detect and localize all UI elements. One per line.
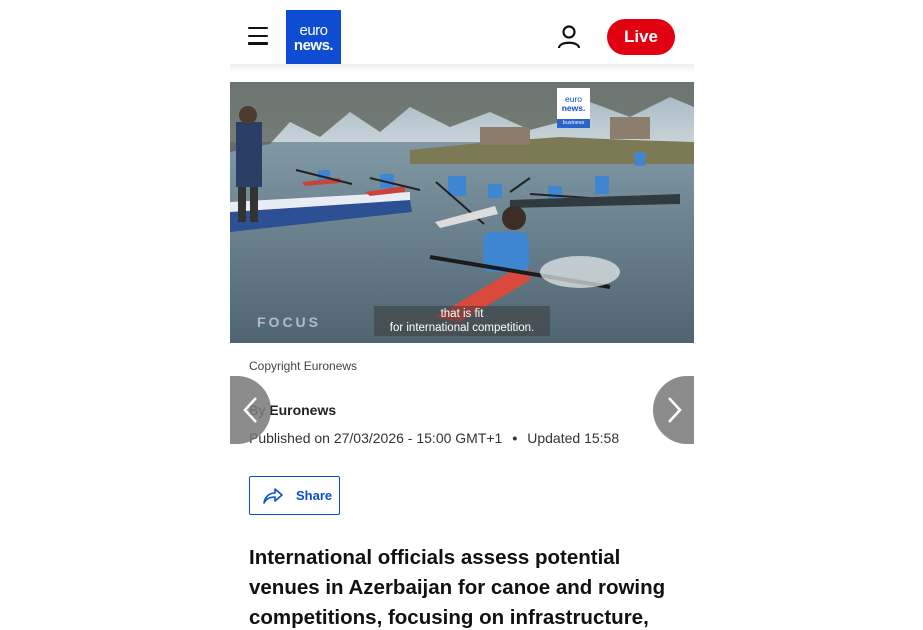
- euronews-business-badge: euro news. business: [557, 88, 590, 128]
- image-copyright: Copyright Euronews: [249, 359, 358, 373]
- updated-time: Updated 15:58: [527, 430, 620, 446]
- video-subtitle: that is fit for international competitio…: [374, 306, 550, 336]
- focus-watermark: FOCUS: [257, 314, 321, 330]
- live-button[interactable]: Live: [607, 19, 675, 55]
- euronews-logo[interactable]: euro news.: [286, 10, 341, 65]
- subtitle-line-2: for international competition.: [389, 322, 535, 334]
- article-headline: International officials assess potential…: [249, 546, 666, 629]
- share-label: Share: [296, 488, 333, 503]
- logo-text-euro: euro: [299, 21, 328, 39]
- badge-business-label: business: [557, 119, 590, 128]
- share-button[interactable]: Share: [249, 476, 340, 515]
- share-icon: [263, 487, 283, 504]
- chevron-left-icon: [242, 397, 257, 423]
- published-date: Published on 27/03/2026 - 15:00 GMT+1: [249, 430, 503, 446]
- hero-video-frame[interactable]: euro news. business FOCUS that is fit fo…: [230, 82, 694, 343]
- page: euro news. Live euro news. business FOCU…: [0, 0, 923, 630]
- user-icon[interactable]: [556, 24, 582, 50]
- publish-info: Published on 27/03/2026 - 15:00 GMT+1 • Up…: [249, 430, 619, 446]
- badge-text-news: news.: [561, 102, 586, 113]
- hero-scene-illustration: [230, 82, 694, 343]
- separator-dot: •: [512, 430, 518, 446]
- subtitle-line-1: that is fit: [440, 308, 484, 320]
- site-header: euro news. Live: [230, 0, 694, 70]
- header-divider: [230, 64, 694, 72]
- chevron-right-icon: [667, 397, 682, 423]
- logo-text-news: news.: [293, 36, 334, 54]
- carousel-next-button[interactable]: [653, 376, 694, 444]
- author-link[interactable]: Euronews: [269, 402, 336, 418]
- menu-icon[interactable]: [248, 27, 268, 45]
